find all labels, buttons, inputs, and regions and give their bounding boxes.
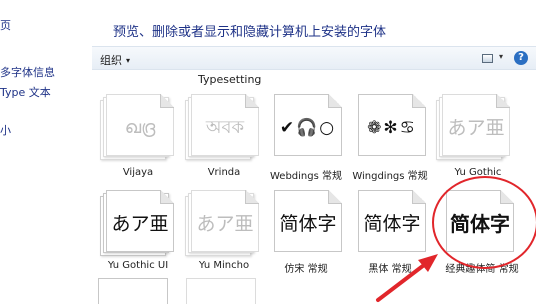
font-sample: ഖദ്ര [124,117,156,138]
font-tile-yu-mincho[interactable]: あア亜 [185,188,265,260]
font-sample: あア亜 [111,213,169,235]
font-name: Vijaya [122,167,154,178]
font-tile-wingdings[interactable]: ❁✻♋ [352,92,432,164]
page-fold [160,190,174,204]
font-sample: 简体字 [279,213,337,235]
nav-link-page[interactable]: 页 [0,17,11,33]
page-fold [412,94,426,108]
font-tile-fangsong[interactable]: 简体字 [268,188,348,260]
font-sample: ✔🎧○ [279,118,337,138]
change-view-button[interactable]: ▾ [480,52,508,66]
help-icon[interactable]: ? [514,51,528,65]
page-fold [412,190,426,204]
font-sample: 简体字 [363,213,421,235]
page-fold [245,190,259,204]
font-tile-partial[interactable] [186,278,256,304]
page-fold [496,94,510,108]
font-tile-yu-gothic[interactable]: あア亜 [436,92,516,164]
organize-label: 组织 [100,54,122,67]
page-fold [328,94,342,108]
font-sample: ❁✻♋ [367,118,417,138]
organize-menu-button[interactable]: 组织 ▾ [100,52,130,68]
font-label-partial: Typesetting [198,73,262,86]
page-fold [328,190,342,204]
font-tile-partial[interactable] [98,278,168,304]
font-tile-vrinda[interactable]: অবক [185,92,265,164]
page-fold [245,94,259,108]
font-sample: あア亜 [196,213,254,235]
nav-link-font-size[interactable]: 小 [0,122,11,138]
font-tile-vijaya[interactable]: ഖദ്ര [100,92,180,164]
font-tile-webdings[interactable]: ✔🎧○ [268,92,348,164]
chevron-down-icon: ▾ [499,52,504,61]
view-icon [482,54,493,63]
font-name: Yu Gothic UI [107,260,169,271]
font-tile-yu-gothic-ui[interactable]: あア亜 [100,188,180,260]
left-navigation-pane: 页 多字体信息 Type 文本 小 [0,0,90,304]
font-sample: あア亜 [447,117,505,139]
font-sample: অবক [205,117,245,138]
chevron-down-icon: ▾ [126,56,131,65]
nav-link-cleartype-text[interactable]: Type 文本 [0,84,51,100]
page-title: 预览、删除或者显示和隐藏计算机上安装的字体 [113,25,387,40]
page-fold [160,94,174,108]
font-name: Wingdings 常规 [352,171,428,182]
annotation-arrow-icon [376,254,438,302]
nav-link-multi-font-info[interactable]: 多字体信息 [0,64,55,80]
toolbar: 组织 ▾ ▾ ? [92,46,536,70]
